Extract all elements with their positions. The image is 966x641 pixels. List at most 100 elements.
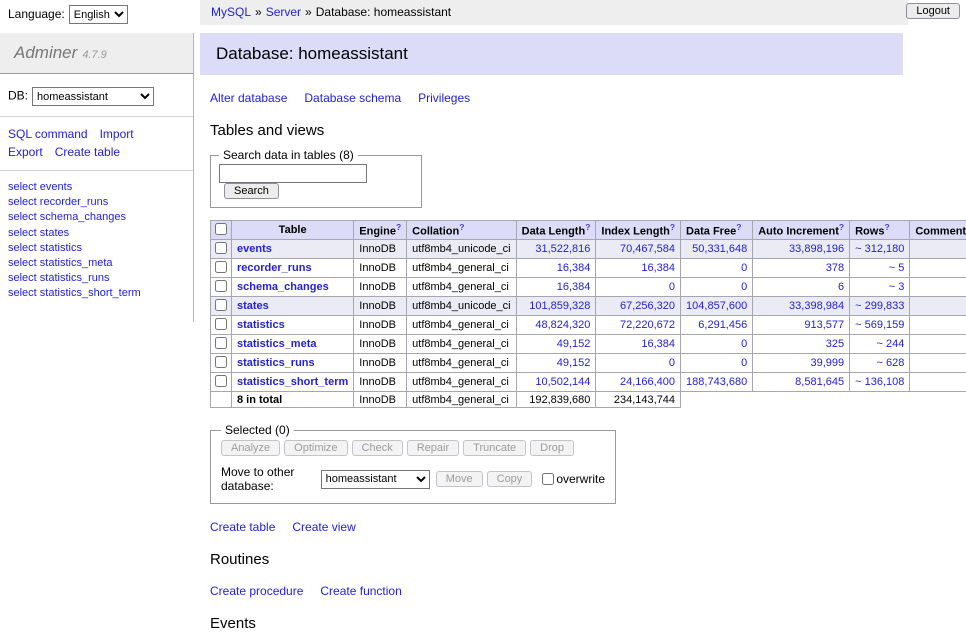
- row-checkbox-statistics-runs[interactable]: [215, 356, 227, 368]
- sql-command-link[interactable]: SQL command: [8, 127, 88, 141]
- sidebar-table-link-select-events[interactable]: select events: [8, 181, 72, 193]
- table-link-statistics-runs[interactable]: statistics_runs: [237, 357, 315, 369]
- truncate-button[interactable]: Truncate: [463, 440, 526, 456]
- auto-increment-cell: 913,577: [753, 316, 850, 335]
- table-row: statistics_metaInnoDButf8mb4_general_ci4…: [211, 335, 966, 354]
- check-button[interactable]: Check: [352, 440, 403, 456]
- tables-heading: Tables and views: [210, 122, 903, 139]
- selected-legend: Selected (0): [221, 423, 294, 437]
- table-link-statistics-meta[interactable]: statistics_meta: [237, 338, 317, 350]
- table-link-statistics-short-term[interactable]: statistics_short_term: [237, 376, 348, 388]
- doc-link-collation[interactable]: ?: [459, 222, 464, 232]
- rows-link-schema-changes[interactable]: ~ 3: [889, 281, 905, 293]
- db-select[interactable]: homeassistant: [32, 87, 154, 106]
- doc-link-engine[interactable]: ?: [396, 222, 401, 232]
- table-row: eventsInnoDButf8mb4_unicode_ci31,522,816…: [211, 240, 966, 259]
- export-link[interactable]: Export: [8, 145, 43, 159]
- doc-link-rows[interactable]: ?: [884, 222, 889, 232]
- language-control: Language:English: [8, 5, 128, 24]
- row-checkbox-cell: [211, 259, 232, 278]
- routine-link-create-function[interactable]: Create function: [320, 584, 401, 598]
- row-checkbox-recorder-runs[interactable]: [215, 261, 227, 273]
- doc-link-data-free[interactable]: ?: [736, 222, 741, 232]
- row-checkbox-states[interactable]: [215, 299, 227, 311]
- db-link-privileges[interactable]: Privileges: [418, 91, 470, 105]
- table-link-events[interactable]: events: [237, 243, 272, 255]
- create-link-create-table[interactable]: Create table: [210, 520, 275, 534]
- comment-cell: [910, 354, 966, 373]
- comment-cell: [910, 278, 966, 297]
- table-row: schema_changesInnoDButf8mb4_general_ci16…: [211, 278, 966, 297]
- rows-link-statistics-short-term[interactable]: ~ 136,108: [855, 376, 904, 388]
- sidebar-table-link-select-statistics-runs[interactable]: select statistics_runs: [8, 272, 109, 284]
- index-length-cell: 16,384: [596, 335, 681, 354]
- overwrite-checkbox[interactable]: [542, 473, 554, 485]
- table-link-states[interactable]: states: [237, 300, 269, 312]
- rows-cell: ~ 244: [850, 335, 910, 354]
- sidebar-table-link-select-states[interactable]: select states: [8, 227, 69, 239]
- data-length-cell: 31,522,816: [516, 240, 596, 259]
- column-header-collation: Collation?: [407, 221, 516, 240]
- breadcrumb-link-server[interactable]: Server: [266, 5, 301, 19]
- search-input[interactable]: [219, 164, 367, 183]
- import-link[interactable]: Import: [100, 127, 134, 141]
- column-header-data-free: Data Free?: [681, 221, 753, 240]
- logout-button[interactable]: Logout: [906, 3, 960, 19]
- rows-link-statistics-runs[interactable]: ~ 628: [877, 357, 905, 369]
- auto-increment-cell: 39,999: [753, 354, 850, 373]
- rows-link-recorder-runs[interactable]: ~ 5: [889, 262, 905, 274]
- sidebar-table-link-select-schema-changes[interactable]: select schema_changes: [8, 211, 126, 223]
- move-copy-row: Move to other database: homeassistant Mo…: [221, 465, 605, 493]
- total-data-length-cell: 192,839,680: [516, 392, 596, 408]
- data-free-cell: 6,291,456: [681, 316, 753, 335]
- row-checkbox-schema-changes[interactable]: [215, 280, 227, 292]
- language-select[interactable]: English: [69, 5, 128, 24]
- data-free-cell: 0: [681, 354, 753, 373]
- move-db-select[interactable]: homeassistant: [321, 470, 430, 489]
- sidebar-table-link-select-statistics-short-term[interactable]: select statistics_short_term: [8, 287, 141, 299]
- rows-link-states[interactable]: ~ 299,833: [855, 300, 904, 312]
- rows-cell: ~ 5: [850, 259, 910, 278]
- total-empty-cell: [211, 392, 232, 408]
- table-link-statistics[interactable]: statistics: [237, 319, 285, 331]
- index-length-cell: 0: [596, 278, 681, 297]
- create-links: Create table Create view: [210, 520, 903, 534]
- drop-button[interactable]: Drop: [530, 440, 574, 456]
- row-checkbox-statistics[interactable]: [215, 318, 227, 330]
- create-link-create-view[interactable]: Create view: [292, 520, 355, 534]
- search-button[interactable]: Search: [224, 183, 279, 199]
- move-button[interactable]: Move: [436, 471, 483, 487]
- table-link-recorder-runs[interactable]: recorder_runs: [237, 262, 312, 274]
- doc-link-auto-increment[interactable]: ?: [839, 222, 844, 232]
- db-link-alter-database[interactable]: Alter database: [210, 91, 287, 105]
- sidebar-table-link-select-recorder-runs[interactable]: select recorder_runs: [8, 196, 108, 208]
- rows-cell: ~ 569,159: [850, 316, 910, 335]
- column-header-table: Table: [232, 221, 354, 240]
- rows-link-statistics[interactable]: ~ 569,159: [855, 319, 904, 331]
- row-checkbox-statistics-short-term[interactable]: [215, 375, 227, 387]
- sidebar-actions: SQL command Import Export Create table: [0, 117, 193, 170]
- doc-link-data-length[interactable]: ?: [585, 222, 590, 232]
- rows-link-events[interactable]: ~ 312,180: [855, 243, 904, 255]
- sidebar-table-link-select-statistics-meta[interactable]: select statistics_meta: [8, 257, 113, 269]
- table-link-schema-changes[interactable]: schema_changes: [237, 281, 329, 293]
- rows-cell: ~ 136,108: [850, 373, 910, 392]
- total-engine-cell: InnoDB: [354, 392, 407, 408]
- analyze-button[interactable]: Analyze: [221, 440, 280, 456]
- doc-link-index-length[interactable]: ?: [670, 222, 675, 232]
- sidebar-table-link-select-statistics[interactable]: select statistics: [8, 242, 82, 254]
- engine-cell: InnoDB: [354, 278, 407, 297]
- row-checkbox-events[interactable]: [215, 242, 227, 254]
- db-link-database-schema[interactable]: Database schema: [304, 91, 401, 105]
- events-heading: Events: [210, 615, 903, 632]
- select-all-checkbox[interactable]: [215, 223, 227, 235]
- routine-link-create-procedure[interactable]: Create procedure: [210, 584, 303, 598]
- rows-link-statistics-meta[interactable]: ~ 244: [877, 338, 905, 350]
- sidebar-create-table-link[interactable]: Create table: [55, 145, 120, 159]
- breadcrumb-link-mysql[interactable]: MySQL: [211, 5, 251, 19]
- optimize-button[interactable]: Optimize: [284, 440, 347, 456]
- copy-button[interactable]: Copy: [487, 471, 533, 487]
- repair-button[interactable]: Repair: [407, 440, 459, 456]
- row-checkbox-statistics-meta[interactable]: [215, 337, 227, 349]
- column-header-comment: Comment?: [910, 221, 966, 240]
